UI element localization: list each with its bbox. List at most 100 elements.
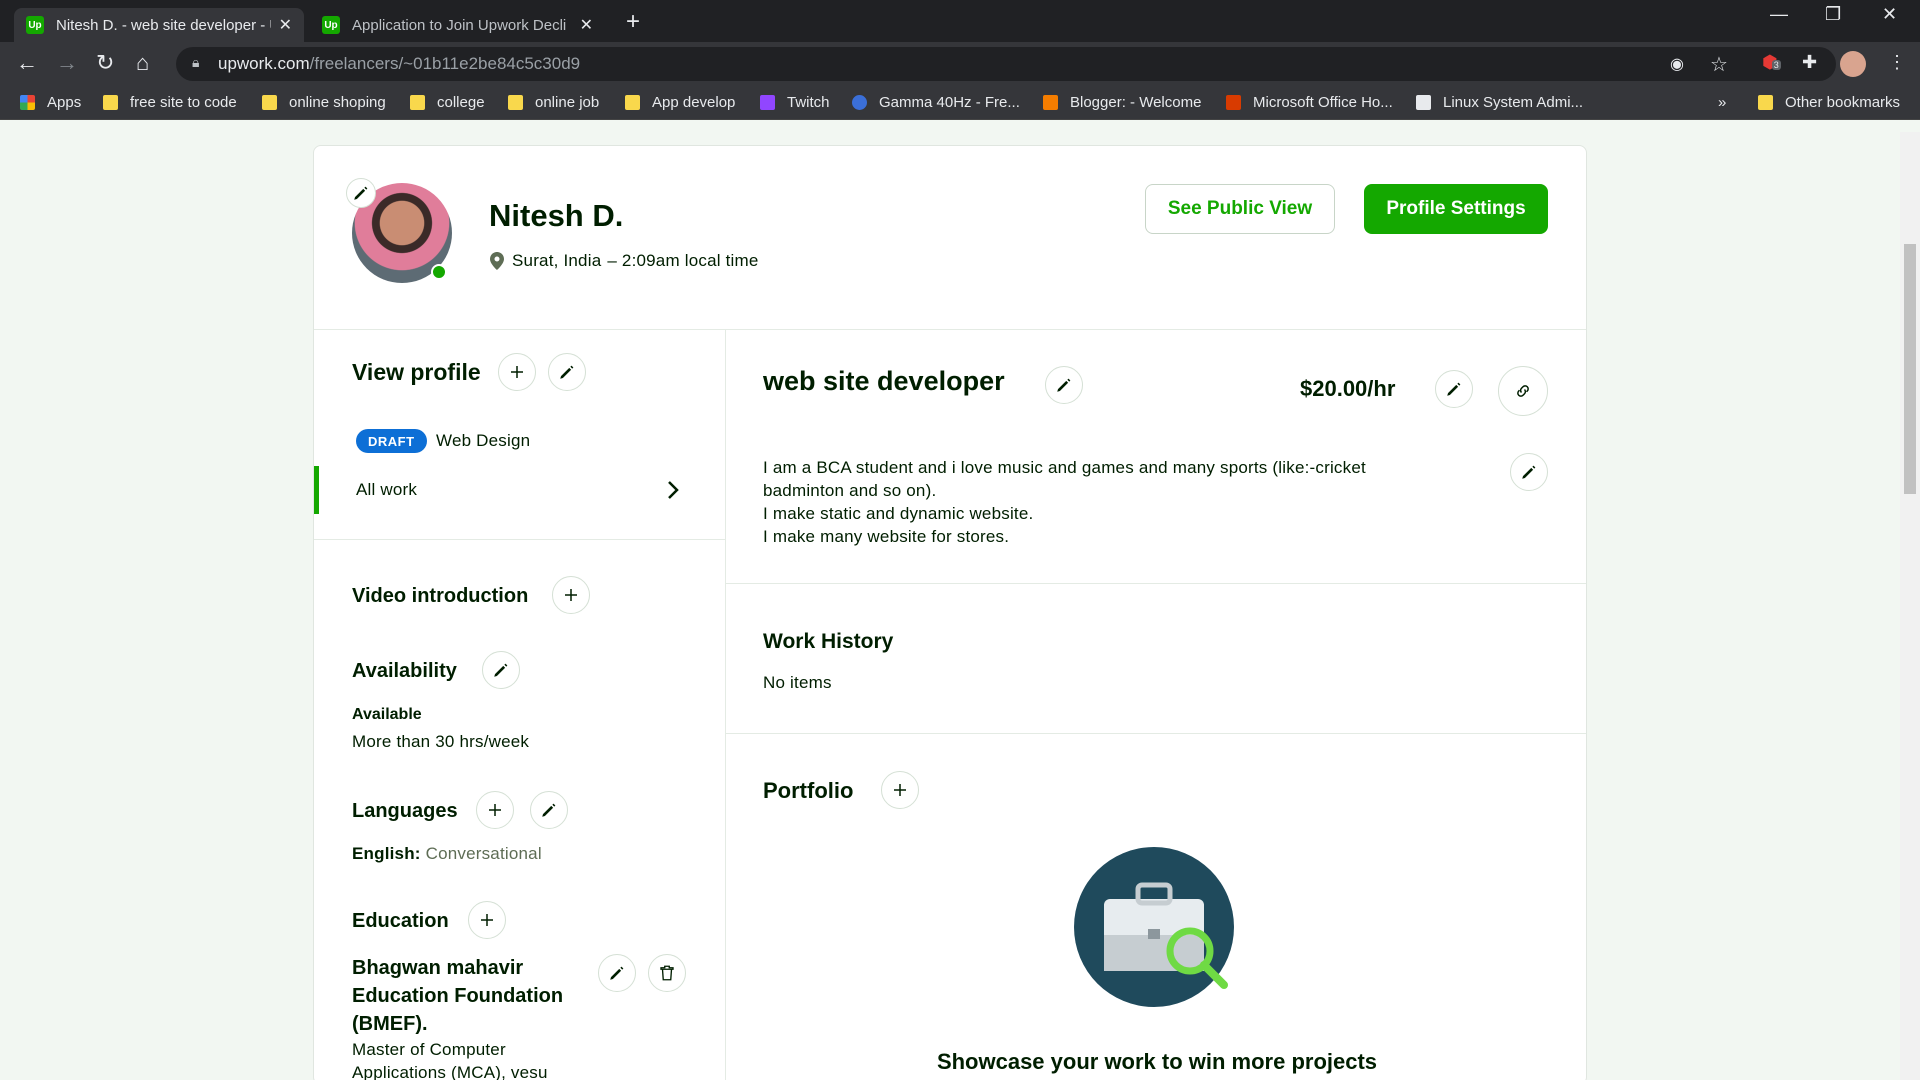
url-text: upwork.com/freelancers/~01b11e2be84c5c30… [218, 54, 580, 74]
bookmark-blogger[interactable]: Blogger: - Welcome [1043, 94, 1201, 111]
profile-settings-button[interactable]: Profile Settings [1364, 184, 1548, 234]
profile-card: Nitesh D. Surat, India – 2:09am local ti… [313, 145, 1587, 1080]
back-icon[interactable]: ← [16, 50, 38, 76]
work-history-empty: No items [763, 673, 832, 692]
pencil-icon [494, 663, 508, 677]
url-domain: upwork.com [218, 54, 310, 73]
bookmark-label: Blogger: - Welcome [1070, 94, 1202, 111]
pencil-icon [610, 966, 624, 980]
tab-application[interactable]: Up Application to Join Upwork Decli ✕ [310, 8, 605, 42]
forward-icon[interactable]: → [56, 50, 78, 76]
bookmark-label: Gamma 40Hz - Fre... [879, 94, 1020, 111]
close-window-icon[interactable]: ✕ [1882, 4, 1897, 25]
edit-profile-button[interactable] [548, 353, 586, 391]
bookmarks-overflow[interactable]: » [1718, 94, 1726, 111]
add-profile-button[interactable] [498, 353, 536, 391]
apps-grid-icon [20, 95, 35, 110]
address-bar[interactable]: 🔒︎ upwork.com/freelancers/~01b11e2be84c5… [176, 47, 1836, 81]
draft-badge: DRAFT [356, 429, 427, 453]
edit-description-button[interactable] [1510, 453, 1548, 491]
folder-icon [625, 95, 640, 110]
tab-title: Application to Join Upwork Decli [352, 16, 567, 34]
edit-avatar-button[interactable] [346, 178, 376, 208]
portfolio-cta: Showcase your work to win more projects [936, 1049, 1378, 1074]
bookmark-online-job[interactable]: online job [508, 94, 599, 111]
add-video-button[interactable] [552, 576, 590, 614]
bookmark-twitch[interactable]: Twitch [760, 94, 830, 111]
url-path: /freelancers/~01b11e2be84c5c30d9 [309, 54, 581, 73]
bookmark-college[interactable]: college [410, 94, 485, 111]
delete-education-button[interactable] [648, 954, 686, 992]
availability-heading: Availability [352, 660, 457, 682]
scrollbar-thumb[interactable] [1904, 244, 1916, 494]
bookmark-gamma[interactable]: Gamma 40Hz - Fre... [852, 94, 1020, 111]
office-icon [1226, 95, 1241, 110]
close-tab-icon[interactable]: ✕ [279, 15, 292, 35]
eye-blocked-icon[interactable]: ◉ [1670, 54, 1684, 74]
location-pin-icon [490, 252, 504, 270]
local-time: – 2:09am local time [607, 251, 759, 270]
tab-active[interactable]: Up Nitesh D. - web site developer - U ✕ [14, 8, 304, 42]
video-intro-heading: Video introduction [352, 585, 529, 607]
edit-availability-button[interactable] [482, 651, 520, 689]
portfolio-briefcase-icon [1074, 847, 1234, 1007]
extensions-puzzle-icon[interactable]: ✚ [1802, 52, 1817, 73]
language-level: Conversational [425, 844, 542, 863]
view-profile-heading: View profile [352, 359, 481, 385]
online-status-dot [431, 264, 447, 280]
star-icon[interactable]: ☆ [1710, 52, 1728, 77]
edit-education-button[interactable] [598, 954, 636, 992]
browser-toolbar: ← → ↻ ⌂ 🔒︎ upwork.com/freelancers/~01b11… [0, 42, 1920, 86]
folder-icon [262, 95, 277, 110]
extension-badge: 3 [1771, 60, 1781, 70]
minimize-icon[interactable]: — [1770, 4, 1788, 25]
see-public-view-button[interactable]: See Public View [1145, 184, 1335, 234]
edit-language-button[interactable] [530, 791, 568, 829]
home-icon[interactable]: ⌂ [136, 50, 149, 76]
tab-title: Nitesh D. - web site developer - U [56, 16, 271, 34]
close-tab-icon[interactable]: ✕ [580, 15, 593, 35]
profile-title: web site developer [763, 366, 1005, 396]
work-history-heading: Work History [763, 630, 894, 653]
all-work-label: All work [356, 480, 418, 499]
languages-heading: Languages [352, 800, 458, 822]
main-divider [726, 733, 1586, 734]
bookmark-app-develop[interactable]: App develop [625, 94, 735, 111]
pencil-icon [354, 186, 368, 200]
bookmark-free-site[interactable]: free site to code [103, 94, 237, 111]
bookmark-linux[interactable]: Linux System Admi... [1416, 94, 1583, 111]
pencil-icon [1522, 465, 1536, 479]
reload-icon[interactable]: ↻ [96, 50, 114, 76]
bookmark-office[interactable]: Microsoft Office Ho... [1226, 94, 1393, 111]
folder-icon [410, 95, 425, 110]
gamma-icon [852, 95, 867, 110]
upwork-favicon-icon: Up [322, 16, 340, 34]
availability-hours: More than 30 hrs/week [352, 732, 530, 751]
add-education-button[interactable] [468, 901, 506, 939]
bookmark-other[interactable]: Other bookmarks [1758, 94, 1900, 111]
sidebar-divider [314, 539, 725, 540]
menu-kebab-icon[interactable]: ⋮ [1888, 52, 1906, 73]
portfolio-heading: Portfolio [763, 778, 854, 803]
draft-category-link[interactable]: Web Design [436, 431, 530, 451]
active-indicator [314, 466, 319, 514]
bookmark-online-shoping[interactable]: online shoping [262, 94, 386, 111]
extension-shield-icon[interactable]: ⬢3 [1762, 52, 1781, 73]
bookmark-label: Apps [47, 94, 82, 111]
add-portfolio-button[interactable] [881, 771, 919, 809]
edit-title-button[interactable] [1045, 366, 1083, 404]
profile-description: I am a BCA student and i love music and … [763, 456, 1463, 548]
bookmark-label: college [437, 94, 485, 111]
page-scrollbar[interactable] [1900, 132, 1920, 1080]
account-avatar[interactable] [1840, 51, 1866, 77]
all-work-item[interactable]: All work [314, 466, 725, 514]
bookmark-label: Microsoft Office Ho... [1253, 94, 1393, 111]
edit-rate-button[interactable] [1435, 370, 1473, 408]
copy-link-button[interactable] [1498, 366, 1548, 416]
new-tab-icon[interactable]: + [626, 8, 640, 36]
restore-icon[interactable]: ❐ [1825, 4, 1841, 25]
bookmark-apps[interactable]: Apps [20, 94, 81, 111]
header-divider [314, 329, 1586, 330]
add-language-button[interactable] [476, 791, 514, 829]
description-line: I make many website for stores. [763, 527, 1010, 546]
